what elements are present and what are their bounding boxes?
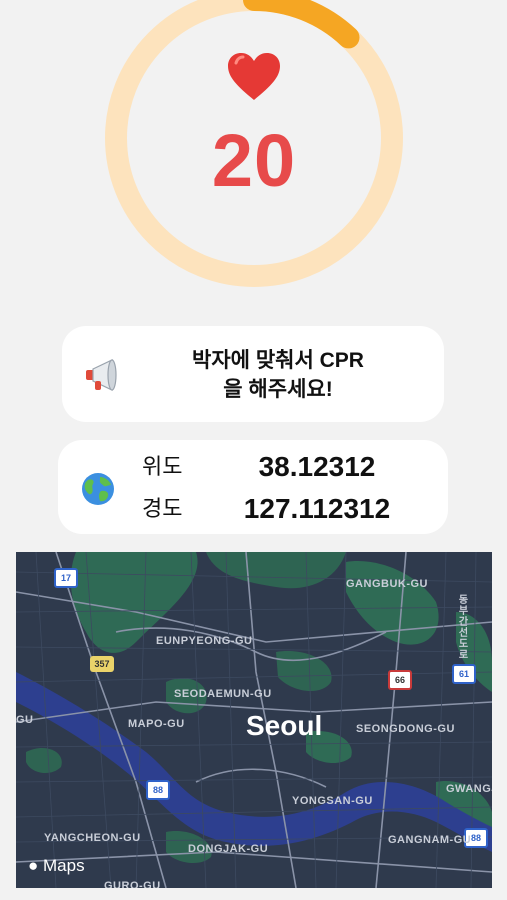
district-gu-left: GU (16, 714, 34, 726)
maps-attribution[interactable]: ● Maps (28, 856, 85, 876)
maps-attribution-text: Maps (38, 856, 85, 875)
district-mapo: MAPO-GU (128, 718, 185, 730)
cpr-instruction-line1: 박자에 맞춰서 CPR (192, 349, 364, 372)
heart-rate-value: 20 (211, 119, 297, 202)
district-yongsan: YONGSAN-GU (292, 795, 373, 807)
road-shield-66: 66 (388, 670, 412, 690)
road-shield-357: 357 (90, 656, 114, 672)
district-dongjak: DONGJAK-GU (188, 843, 269, 855)
road-shield-88: 88 (146, 780, 170, 800)
expressway-label: 동부간선도로 (456, 594, 467, 660)
latitude-value: 38.12312 (258, 451, 376, 482)
district-seodaemun: SEODAEMUN-GU (174, 688, 272, 700)
cpr-instruction-text: 박자에 맞춰서 CPR 을 해주세요! (142, 346, 414, 404)
heart-icon (227, 52, 281, 102)
globe-icon (80, 471, 116, 507)
longitude-row: 경도 127.112312 (142, 494, 432, 524)
cpr-instruction-card: 박자에 맞춰서 CPR 을 해주세요! (62, 326, 444, 422)
longitude-value: 127.112312 (243, 493, 391, 524)
city-label: Seoul (246, 710, 323, 741)
heart-rate-ring: 20 (104, 0, 404, 288)
district-guro: GURO-GU (104, 880, 161, 888)
cpr-screen: 20 박자에 맞춰서 CPR 을 해주세요! 위도 38.12312 경도 12… (0, 0, 507, 900)
location-card: 위도 38.12312 경도 127.112312 (58, 440, 448, 534)
apple-logo-icon: ● (28, 856, 39, 875)
latitude-row: 위도 38.12312 (142, 452, 432, 482)
district-gangnam: GANGNAM-GU (388, 834, 472, 846)
location-map[interactable]: 17 357 66 61 88 88 동부간선도로 GANGBUK-GU EUN… (16, 552, 492, 888)
cpr-instruction-line2: 을 해주세요! (223, 378, 333, 401)
district-gwangjin: GWANGJ (446, 783, 492, 795)
longitude-label: 경도 (142, 496, 183, 521)
district-gangbuk: GANGBUK-GU (346, 578, 428, 590)
megaphone-icon (82, 355, 122, 395)
road-shield-61: 61 (452, 664, 476, 684)
road-shield-17: 17 (54, 568, 78, 588)
district-eunpyeong: EUNPYEONG-GU (156, 635, 253, 647)
district-yangcheon: YANGCHEON-GU (44, 832, 141, 844)
district-seongdong: SEONGDONG-GU (356, 723, 455, 735)
latitude-label: 위도 (142, 454, 183, 479)
